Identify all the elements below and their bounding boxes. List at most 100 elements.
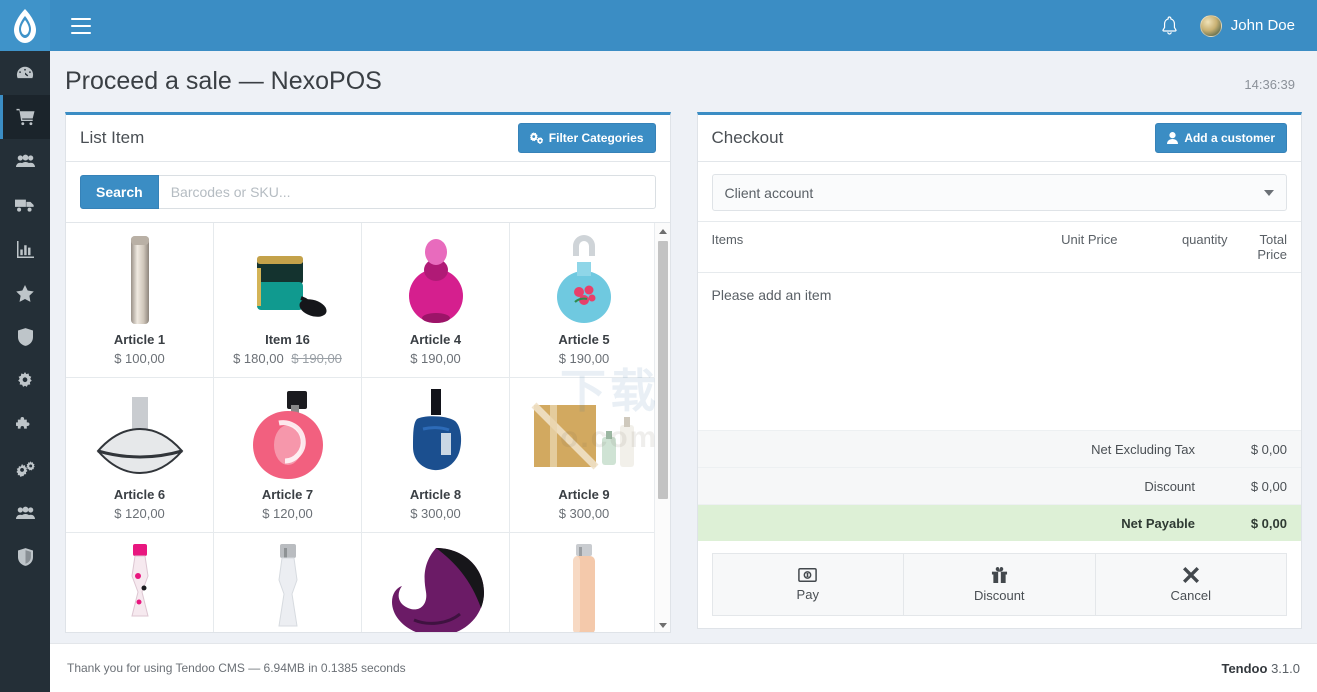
- main-sidebar: [0, 51, 50, 692]
- checkout-panel-header: Checkout Add a customer: [697, 115, 1301, 162]
- filter-categories-button[interactable]: Filter Categories: [517, 123, 656, 153]
- product-name: Item 16: [265, 332, 310, 347]
- filter-categories-label: Filter Categories: [548, 131, 644, 145]
- hamburger-menu-icon[interactable]: [71, 17, 91, 34]
- product-card[interactable]: Article 4 $ 190,00: [362, 223, 510, 378]
- product-price: $ 180,00 $ 190,00: [233, 351, 342, 366]
- sidebar-item-user-groups[interactable]: [0, 491, 50, 535]
- sidebar-item-permissions[interactable]: [0, 535, 50, 579]
- page-footer: Thank you for using Tendoo CMS — 6.94MB …: [50, 643, 1317, 692]
- page-content: Proceed a sale — NexoPOS 14:36:39 List I…: [50, 51, 1317, 643]
- avatar: [1199, 14, 1222, 37]
- product-image-pink-round-bottle: [405, 231, 467, 326]
- sidebar-item-customers[interactable]: [0, 139, 50, 183]
- list-item-panel: List Item Filter Categories Search Barco…: [65, 112, 671, 633]
- gear-icon: [18, 372, 32, 387]
- product-name: Article 4: [409, 332, 462, 347]
- sidebar-item-dashboard[interactable]: [0, 51, 50, 95]
- cart-table-header: Items Unit Price quantity Total Price: [697, 221, 1301, 273]
- product-image-gold-gift-box-set: [528, 386, 640, 481]
- product-name: Article 5: [558, 332, 610, 347]
- top-header-bar: John Doe: [0, 0, 1317, 51]
- product-image-pink-apple-bottle: [249, 386, 327, 481]
- sidebar-item-security[interactable]: [0, 315, 50, 359]
- product-card[interactable]: Article 8 $ 300,00: [362, 378, 510, 533]
- total-value: $ 0,00: [1250, 478, 1287, 494]
- product-price: $ 300,00: [558, 506, 610, 521]
- add-customer-label: Add a customer: [1184, 131, 1275, 145]
- product-price: $ 190,00: [410, 351, 461, 366]
- client-account-value: Client account: [724, 184, 814, 201]
- total-value: $ 0,00: [1250, 515, 1287, 531]
- header-right-cluster: John Doe: [1161, 14, 1317, 37]
- footer-version-number: 3.1.0: [1271, 660, 1300, 676]
- sidebar-item-reports[interactable]: [0, 227, 50, 271]
- product-image-pink-slim-bottle: [118, 541, 162, 632]
- two-column-layout: List Item Filter Categories Search Barco…: [50, 96, 1317, 633]
- puzzle-icon: [16, 416, 30, 429]
- product-card[interactable]: Item 16 $ 180,00 $ 190,00: [214, 223, 362, 378]
- product-image-peach-rect-bottle: [563, 541, 605, 632]
- product-name: Article 7: [261, 487, 314, 502]
- product-card[interactable]: Article 9 $ 300,00: [510, 378, 658, 533]
- app-logo[interactable]: [0, 0, 50, 51]
- user-icon: [1167, 132, 1179, 144]
- product-grid: Article 1 $ 100,00 Item 16 $ 180,00 $ 19…: [66, 223, 660, 632]
- pay-button[interactable]: Pay: [711, 553, 904, 616]
- bar-chart-icon: [16, 240, 34, 258]
- discount-button[interactable]: Discount: [904, 553, 1096, 616]
- sidebar-item-favorites[interactable]: [0, 271, 50, 315]
- sidebar-item-settings[interactable]: [0, 359, 50, 403]
- scroll-up-arrow-icon[interactable]: [655, 223, 670, 239]
- list-item-panel-header: List Item Filter Categories: [66, 115, 670, 162]
- client-account-select[interactable]: Client account: [711, 174, 1287, 211]
- product-card[interactable]: Article 5 $ 190,00: [510, 223, 658, 378]
- product-card[interactable]: [66, 533, 214, 632]
- product-price: $ 100,00: [114, 351, 165, 366]
- product-image-blue-floral-bottle: [553, 231, 615, 326]
- product-grid-scrollbar[interactable]: [653, 223, 670, 632]
- cart-empty-message: Please add an item: [711, 287, 832, 303]
- product-name: Article 9: [558, 487, 610, 502]
- column-header-quantity: quantity: [1181, 232, 1228, 247]
- column-header-total-price: Total Price: [1257, 232, 1287, 262]
- bell-icon[interactable]: [1161, 16, 1178, 35]
- sidebar-item-pos-sale[interactable]: [0, 95, 50, 139]
- product-image-purple-crescent-bottle: [384, 541, 488, 632]
- product-card[interactable]: Article 7 $ 120,00: [214, 378, 362, 533]
- sidebar-item-options[interactable]: [0, 447, 50, 491]
- product-card[interactable]: Article 6 $ 120,00: [66, 378, 214, 533]
- cancel-button[interactable]: Cancel: [1095, 553, 1287, 616]
- scroll-down-arrow-icon[interactable]: [655, 617, 670, 632]
- checkout-panel: Checkout Add a customer Client account I…: [696, 112, 1302, 629]
- column-header-unit-price: Unit Price: [1061, 232, 1118, 247]
- search-input[interactable]: [158, 175, 656, 209]
- total-label: Discount: [1144, 478, 1195, 494]
- product-card[interactable]: [362, 533, 510, 632]
- product-card[interactable]: [510, 533, 658, 632]
- add-customer-button[interactable]: Add a customer: [1155, 123, 1287, 153]
- star-icon: [16, 284, 34, 302]
- product-image-silver-cylinder-bottle: [123, 231, 157, 326]
- chevron-down-icon: [1264, 189, 1274, 196]
- product-card[interactable]: [214, 533, 362, 632]
- product-image-blue-fist-bottle: [407, 386, 465, 481]
- sidebar-item-shipping[interactable]: [0, 183, 50, 227]
- footer-version: Tendoo 3.1.0: [1221, 661, 1300, 676]
- hamburger-bar: [71, 17, 91, 20]
- hamburger-bar: [71, 31, 91, 34]
- total-label: Net Excluding Tax: [1091, 441, 1195, 457]
- discount-label: Discount: [973, 588, 1025, 603]
- user-menu[interactable]: John Doe: [1199, 14, 1295, 37]
- scrollbar-thumb[interactable]: [657, 241, 668, 499]
- footer-brand: Tendoo: [1221, 660, 1268, 676]
- users-group-icon: [15, 506, 35, 520]
- checkout-actions: Pay Discount Cancel: [698, 541, 1302, 628]
- search-button[interactable]: Search: [80, 175, 159, 209]
- product-card[interactable]: Article 1 $ 100,00: [66, 223, 214, 378]
- product-price: $ 190,00: [558, 351, 610, 366]
- list-item-column: List Item Filter Categories Search Barco…: [65, 112, 671, 633]
- product-grid-wrapper: Article 1 $ 100,00 Item 16 $ 180,00 $ 19…: [66, 222, 670, 632]
- sidebar-item-modules[interactable]: [0, 403, 50, 447]
- checkout-column: Checkout Add a customer Client account I…: [696, 112, 1302, 633]
